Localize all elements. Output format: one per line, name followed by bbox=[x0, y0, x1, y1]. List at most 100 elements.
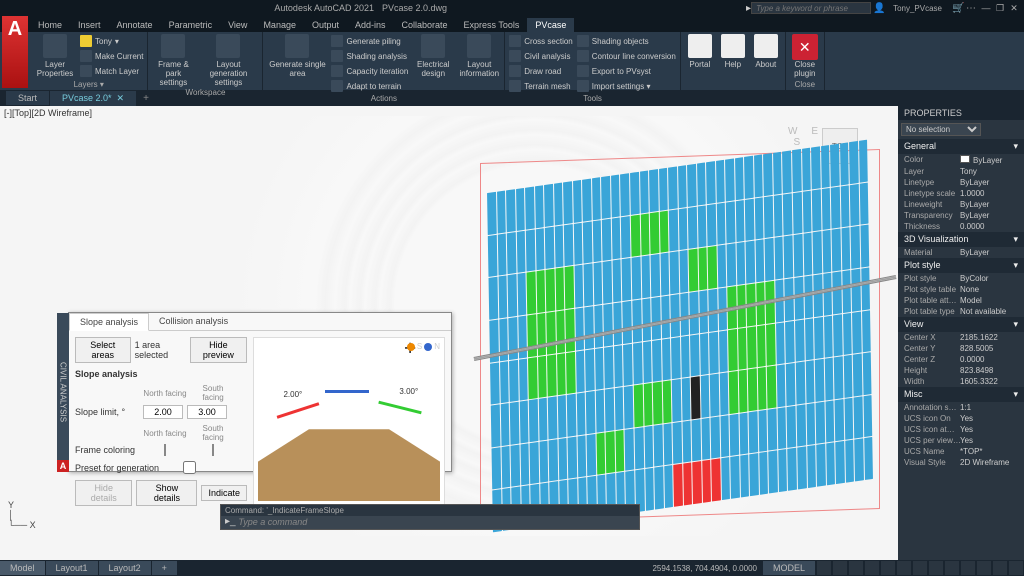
prop-row[interactable]: Plot table att…Model bbox=[898, 295, 1024, 306]
prop-row[interactable]: UCS per view…Yes bbox=[898, 435, 1024, 446]
prop-row[interactable]: Width1605.3322 bbox=[898, 376, 1024, 387]
ribbon-tab-pvcase[interactable]: PVcase bbox=[527, 18, 574, 32]
make-current-button[interactable]: Make Current bbox=[80, 49, 143, 63]
shading-analysis-button[interactable]: Shading analysis bbox=[331, 49, 408, 63]
draw-road-button[interactable]: Draw road bbox=[509, 64, 572, 78]
prop-group-header[interactable]: View▾ bbox=[898, 317, 1024, 332]
ribbon-tab-add-ins[interactable]: Add-ins bbox=[347, 18, 394, 32]
drawing-canvas[interactable]: [-][Top][2D Wireframe] W E S TOP CIVIL A… bbox=[0, 106, 898, 560]
user-name[interactable]: Tony_PVcase bbox=[893, 4, 942, 13]
prop-row[interactable]: Plot style tableNone bbox=[898, 284, 1024, 295]
status-icon[interactable] bbox=[929, 561, 943, 575]
layout-tab[interactable]: Layout1 bbox=[46, 561, 98, 575]
status-icon[interactable] bbox=[817, 561, 831, 575]
adapt-terrain-button[interactable]: Adapt to terrain bbox=[331, 79, 408, 93]
civil-analysis-button[interactable]: Civil analysis bbox=[509, 49, 572, 63]
status-icon[interactable] bbox=[977, 561, 991, 575]
dialog-tab[interactable]: Slope analysis bbox=[69, 313, 149, 331]
status-icon[interactable] bbox=[913, 561, 927, 575]
prop-row[interactable]: Height823.8498 bbox=[898, 365, 1024, 376]
status-icon[interactable] bbox=[881, 561, 895, 575]
ribbon-tab-view[interactable]: View bbox=[220, 18, 255, 32]
ribbon-tab-manage[interactable]: Manage bbox=[255, 18, 304, 32]
status-icon[interactable] bbox=[945, 561, 959, 575]
import-settings-button[interactable]: Import settings ▾ bbox=[577, 79, 676, 93]
export-pvsyst-button[interactable]: Export to PVsyst bbox=[577, 64, 676, 78]
select-areas-button[interactable]: Select areas bbox=[75, 337, 131, 363]
north-limit-input[interactable] bbox=[143, 405, 183, 419]
prop-row[interactable]: LayerTony bbox=[898, 166, 1024, 177]
match-layer-button[interactable]: Match Layer bbox=[80, 64, 143, 78]
ribbon-tab-output[interactable]: Output bbox=[304, 18, 347, 32]
prop-group-header[interactable]: Misc▾ bbox=[898, 387, 1024, 402]
selection-combo[interactable]: No selection bbox=[901, 123, 981, 136]
restore-button[interactable]: ❐ bbox=[994, 2, 1006, 14]
status-icon[interactable] bbox=[849, 561, 863, 575]
prop-row[interactable]: Center Z0.0000 bbox=[898, 354, 1024, 365]
search-input[interactable] bbox=[751, 2, 871, 14]
status-icon[interactable] bbox=[833, 561, 847, 575]
prop-row[interactable]: Plot table typeNot available bbox=[898, 306, 1024, 317]
command-line[interactable]: Command: '_IndicateFrameSlope ▸_ Type a … bbox=[220, 504, 640, 530]
frame-park-settings-button[interactable]: Frame & park settings bbox=[152, 34, 194, 87]
prop-group-header[interactable]: General▾ bbox=[898, 139, 1024, 154]
hide-details-button[interactable]: Hide details bbox=[75, 480, 132, 506]
view-label[interactable]: [-][Top][2D Wireframe] bbox=[4, 108, 92, 118]
prop-row[interactable]: MaterialByLayer bbox=[898, 247, 1024, 258]
prop-row[interactable]: Center Y828.5005 bbox=[898, 343, 1024, 354]
prop-row[interactable]: Linetype scale1.0000 bbox=[898, 188, 1024, 199]
layer-combo[interactable]: Tony ▾ bbox=[80, 34, 143, 48]
prop-row[interactable]: TransparencyByLayer bbox=[898, 210, 1024, 221]
portal-button[interactable]: Portal bbox=[685, 34, 715, 79]
electrical-design-button[interactable]: Electrical design bbox=[412, 34, 454, 93]
ribbon-tab-express tools[interactable]: Express Tools bbox=[456, 18, 528, 32]
close-plugin-button[interactable]: ✕Close plugin bbox=[790, 34, 820, 79]
doc-tab[interactable]: Start bbox=[6, 91, 49, 105]
preset-checkbox[interactable] bbox=[183, 461, 196, 474]
about-button[interactable]: About bbox=[751, 34, 781, 79]
generate-single-area-button[interactable]: Generate single area bbox=[267, 34, 327, 93]
north-color-swatch[interactable] bbox=[164, 444, 166, 456]
layout-add-button[interactable]: + bbox=[152, 561, 177, 575]
dialog-tab[interactable]: Collision analysis bbox=[149, 313, 238, 330]
cart-icon[interactable]: 🛒 bbox=[952, 3, 962, 13]
prop-row[interactable]: UCS icon at…Yes bbox=[898, 424, 1024, 435]
show-details-button[interactable]: Show details bbox=[136, 480, 197, 506]
signin-icon[interactable]: 👤 bbox=[873, 3, 883, 13]
ribbon-tab-annotate[interactable]: Annotate bbox=[109, 18, 161, 32]
shading-objects-button[interactable]: Shading objects bbox=[577, 34, 676, 48]
prop-row[interactable]: Thickness0.0000 bbox=[898, 221, 1024, 232]
prop-row[interactable]: Plot styleByColor bbox=[898, 273, 1024, 284]
status-icon[interactable] bbox=[865, 561, 879, 575]
status-icon[interactable] bbox=[897, 561, 911, 575]
indicate-button[interactable]: Indicate bbox=[201, 485, 247, 501]
hide-preview-button[interactable]: Hide preview bbox=[190, 337, 247, 363]
prop-row[interactable]: Annotation s…1:1 bbox=[898, 402, 1024, 413]
help-button[interactable]: Help bbox=[719, 34, 747, 79]
layout-tab[interactable]: Model bbox=[0, 561, 45, 575]
capacity-iteration-button[interactable]: Capacity iteration bbox=[331, 64, 408, 78]
prop-row[interactable]: LineweightByLayer bbox=[898, 199, 1024, 210]
model-space-button[interactable]: MODEL bbox=[763, 561, 815, 575]
minimize-button[interactable]: — bbox=[980, 2, 992, 14]
terrain-mesh-button[interactable]: Terrain mesh bbox=[509, 79, 572, 93]
layout-tab[interactable]: Layout2 bbox=[99, 561, 151, 575]
ribbon-tab-home[interactable]: Home bbox=[30, 18, 70, 32]
cross-section-button[interactable]: Cross section bbox=[509, 34, 572, 48]
prop-row[interactable]: Center X2185.1622 bbox=[898, 332, 1024, 343]
prop-row[interactable]: ColorByLayer bbox=[898, 154, 1024, 166]
layout-gen-settings-button[interactable]: Layout generation settings bbox=[198, 34, 258, 87]
prop-row[interactable]: LinetypeByLayer bbox=[898, 177, 1024, 188]
prop-group-header[interactable]: Plot style▾ bbox=[898, 258, 1024, 273]
doc-tab[interactable]: PVcase 2.0* ✕ bbox=[50, 91, 136, 106]
prop-row[interactable]: UCS Name*TOP* bbox=[898, 446, 1024, 457]
status-icon[interactable] bbox=[961, 561, 975, 575]
ribbon-tab-parametric[interactable]: Parametric bbox=[161, 18, 221, 32]
ribbon-tab-collaborate[interactable]: Collaborate bbox=[394, 18, 456, 32]
ribbon-tab-insert[interactable]: Insert bbox=[70, 18, 109, 32]
status-icon[interactable] bbox=[1009, 561, 1023, 575]
south-limit-input[interactable] bbox=[187, 405, 227, 419]
new-doc-button[interactable]: + bbox=[137, 93, 155, 104]
generate-piling-button[interactable]: Generate piling bbox=[331, 34, 408, 48]
app-switcher-icon[interactable]: ⋯ bbox=[966, 3, 976, 13]
